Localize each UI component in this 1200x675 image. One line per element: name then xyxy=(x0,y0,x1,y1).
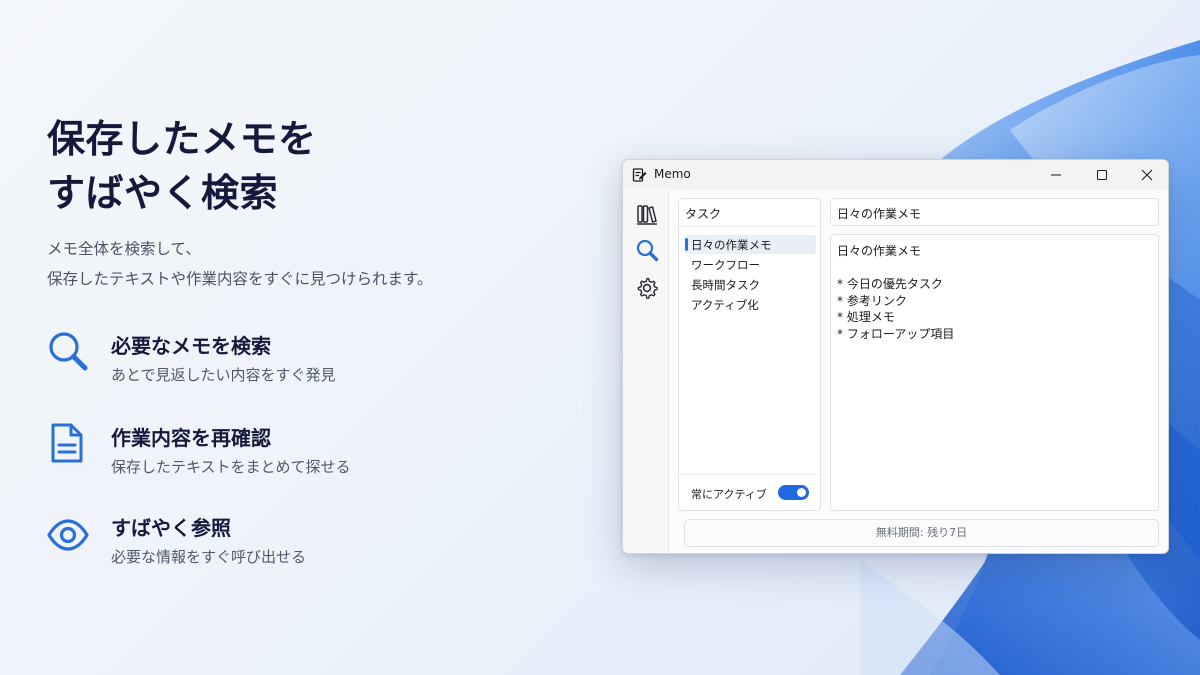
maximize-button[interactable] xyxy=(1079,160,1125,190)
feature-review: 作業内容を再確認 保存したテキストをまとめて探せる xyxy=(47,422,487,482)
memo-window: Memo タスク 日々の作業メモ ワークフロー 長時間タスク アクティブ化 常に… xyxy=(622,159,1169,554)
feature-title: すばやく参照 xyxy=(111,516,231,540)
memo-body-line: * 今日の優先タスク xyxy=(837,277,943,291)
hero-title: 保存したメモを すばやく検索 xyxy=(47,112,317,220)
memo-title-input[interactable]: 日々の作業メモ xyxy=(830,198,1159,226)
memo-body-line: 日々の作業メモ xyxy=(837,244,922,258)
maximize-icon xyxy=(1097,170,1107,180)
memo-body-line xyxy=(837,260,1152,277)
memo-body-line: * 参考リンク xyxy=(837,293,907,308)
window-title: Memo xyxy=(654,167,691,181)
feature-desc: あとで見返したい内容をすぐ発見 xyxy=(111,366,336,384)
trial-status-bar: 無料期間: 残り7日 xyxy=(684,519,1159,547)
memo-app-icon xyxy=(632,168,647,182)
memo-body-line: * 処理メモ xyxy=(837,310,895,324)
always-active-label: 常にアクティブ xyxy=(691,488,767,501)
feature-search: 必要なメモを検索 あとで見返したい内容をすぐ発見 xyxy=(47,330,487,390)
always-active-toggle[interactable] xyxy=(778,485,809,500)
minimize-button[interactable] xyxy=(1033,160,1079,190)
list-item[interactable]: 長時間タスク xyxy=(685,275,816,294)
feature-reference: すばやく参照 必要な情報をすぐ呼び出せる xyxy=(47,512,487,572)
hero-subtitle: メモ全体を検索して、 保存したテキストや作業内容をすぐに見つけられます。 xyxy=(47,234,433,294)
title-bar[interactable]: Memo xyxy=(623,160,1168,190)
close-icon xyxy=(1141,169,1153,181)
list-footer: 常にアクティブ xyxy=(679,474,820,510)
search-icon xyxy=(49,332,88,371)
eye-icon xyxy=(47,519,89,551)
library-icon[interactable] xyxy=(635,203,659,227)
memo-list-panel: タスク 日々の作業メモ ワークフロー 長時間タスク アクティブ化 常にアクティブ xyxy=(678,198,821,511)
search-icon[interactable] xyxy=(635,238,659,262)
feature-title: 作業内容を再確認 xyxy=(111,426,271,450)
list-item[interactable]: ワークフロー xyxy=(685,255,816,274)
feature-title: 必要なメモを検索 xyxy=(111,334,271,358)
minimize-icon xyxy=(1051,174,1061,176)
feature-desc: 必要な情報をすぐ呼び出せる xyxy=(111,548,307,566)
list-item[interactable]: 日々の作業メモ xyxy=(685,235,816,254)
gear-icon[interactable] xyxy=(635,276,659,300)
hero-subtitle-line1: メモ全体を検索して、 xyxy=(47,240,201,258)
hero-title-line1: 保存したメモを xyxy=(47,117,317,161)
document-icon xyxy=(51,423,83,463)
memo-body-textarea[interactable]: 日々の作業メモ * 今日の優先タスク * 参考リンク * 処理メモ * フォロー… xyxy=(830,234,1159,511)
hero-title-line2: すばやく検索 xyxy=(47,171,279,215)
close-button[interactable] xyxy=(1124,160,1168,190)
memo-body-line: * フォローアップ項目 xyxy=(837,326,955,341)
feature-desc: 保存したテキストをまとめて探せる xyxy=(111,458,351,476)
list-header: タスク xyxy=(679,199,820,227)
hero-subtitle-line2: 保存したテキストや作業内容をすぐに見つけられます。 xyxy=(47,270,433,288)
sidebar xyxy=(623,190,669,553)
list-item[interactable]: アクティブ化 xyxy=(685,295,816,314)
